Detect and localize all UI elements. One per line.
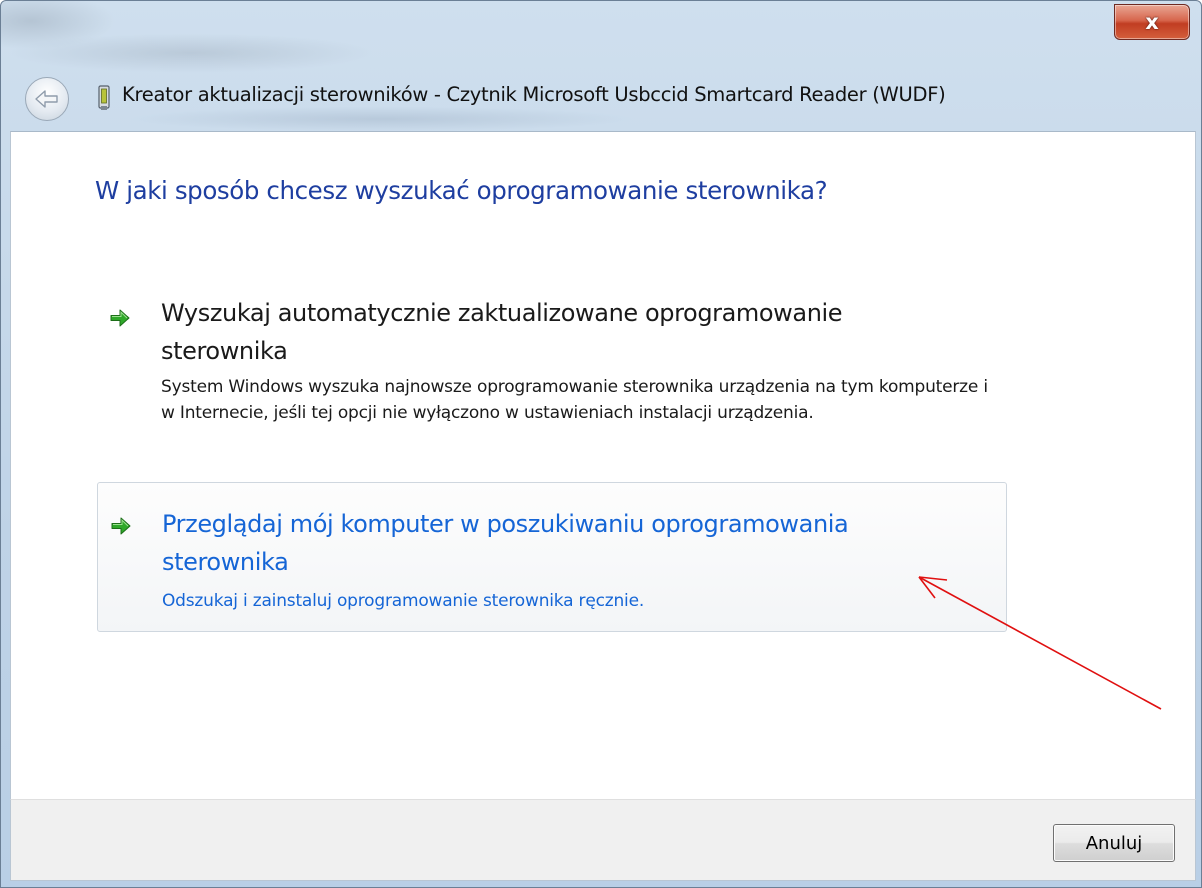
option-title: Przeglądaj mój komputer w poszukiwaniu o… bbox=[162, 510, 849, 576]
wizard-footer: Anuluj bbox=[10, 799, 1196, 881]
option-description: System Windows wyszuka najnowsze oprogra… bbox=[161, 377, 988, 423]
back-arrow-icon bbox=[35, 90, 58, 108]
close-button[interactable]: x bbox=[1114, 4, 1190, 40]
option-browse-computer[interactable]: Przeglądaj mój komputer w poszukiwaniu o… bbox=[97, 482, 1007, 632]
aero-glass-background bbox=[1, 1, 1201, 141]
wizard-window: x Kreator aktualizacji sterowników - Czy… bbox=[0, 0, 1202, 888]
page-heading: W jaki sposób chcesz wyszukać oprogramow… bbox=[95, 176, 828, 205]
close-icon: x bbox=[1145, 9, 1159, 34]
option-search-automatically[interactable]: Wyszukaj automatycznie zaktualizowane op… bbox=[97, 284, 1007, 469]
option-description: Odszukaj i zainstaluj oprogramowanie ste… bbox=[162, 591, 645, 611]
green-arrow-icon bbox=[110, 309, 130, 327]
option-title: Wyszukaj automatycznie zaktualizowane op… bbox=[161, 299, 843, 365]
green-arrow-icon bbox=[111, 517, 131, 535]
wizard-content: W jaki sposób chcesz wyszukać oprogramow… bbox=[10, 131, 1196, 800]
back-button[interactable] bbox=[25, 77, 69, 121]
smartcard-reader-icon bbox=[98, 85, 110, 110]
window-title: Kreator aktualizacji sterowników - Czytn… bbox=[122, 83, 946, 106]
cancel-button[interactable]: Anuluj bbox=[1053, 824, 1175, 862]
